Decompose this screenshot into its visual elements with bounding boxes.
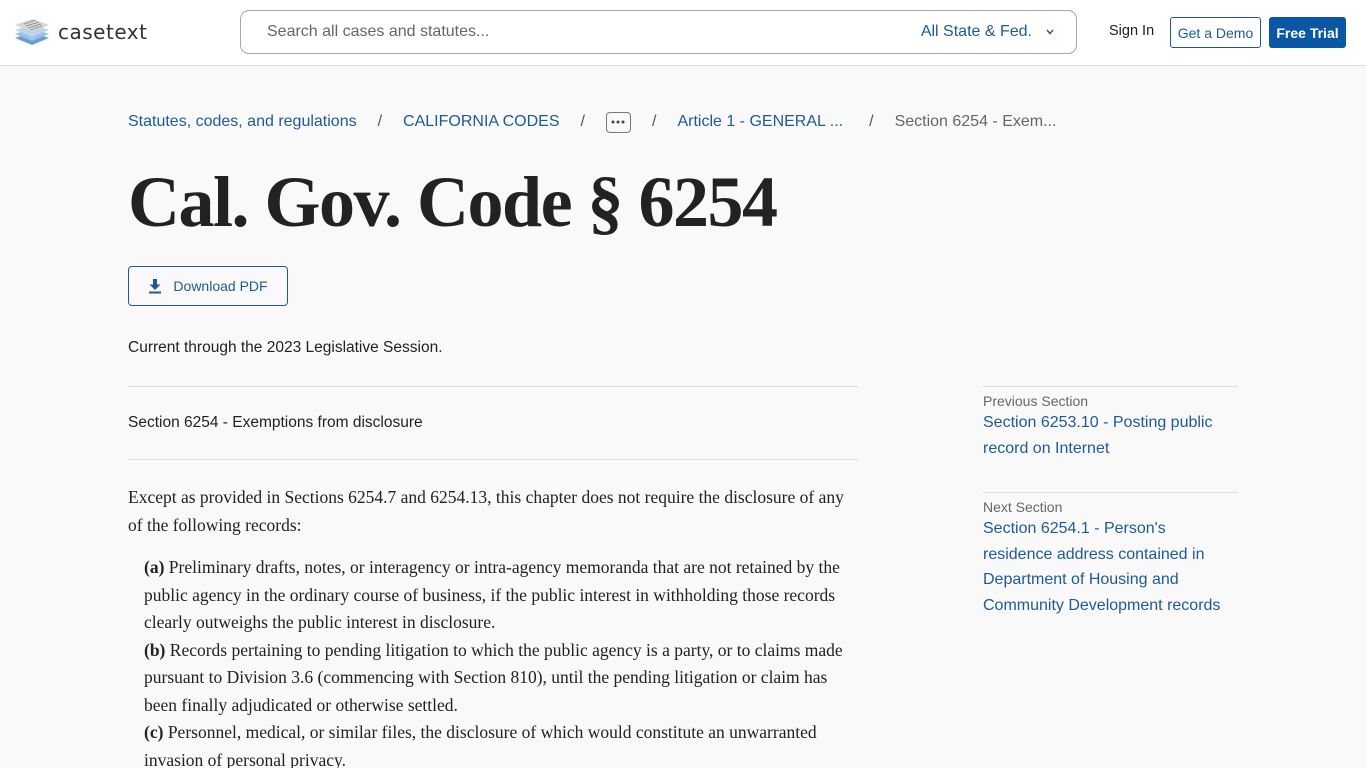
statute-subsection: (a) Preliminary drafts, notes, or intera… — [128, 554, 858, 637]
divider — [983, 492, 1238, 493]
next-section-label: Next Section — [983, 499, 1063, 515]
stacked-layers-icon — [15, 19, 49, 45]
breadcrumb-current-section: Section 6254 - Exem... — [894, 113, 1057, 130]
free-trial-button[interactable]: Free Trial — [1269, 17, 1346, 48]
download-icon — [149, 279, 162, 294]
breadcrumb-article-1[interactable]: Article 1 - GENERAL ... — [677, 113, 843, 131]
currency-note: Current through the 2023 Legislative Ses… — [128, 339, 443, 356]
top-header: casetext All State & Fed. Sign In Get a … — [0, 0, 1366, 66]
sign-in-link[interactable]: Sign In — [1109, 23, 1154, 39]
subsection-text: Preliminary drafts, notes, or interagenc… — [144, 557, 840, 632]
previous-section-block: Previous Section Section 6253.10 - Posti… — [983, 392, 1238, 461]
ellipsis-icon — [611, 120, 625, 124]
subsection-label: (c) — [144, 722, 164, 742]
breadcrumb-more-button[interactable] — [605, 111, 631, 133]
breadcrumb-separator: / — [869, 113, 874, 130]
jurisdiction-selected: All State & Fed. — [920, 23, 1032, 40]
statute-subsection: (b) Records pertaining to pending litiga… — [128, 637, 858, 720]
previous-section-link[interactable]: Section 6253.10 - Posting public record … — [983, 410, 1238, 461]
next-section-link[interactable]: Section 6254.1 - Person's residence addr… — [983, 516, 1238, 619]
subsection-text: Personnel, medical, or similar files, th… — [144, 722, 817, 768]
logo-text: casetext — [58, 20, 148, 44]
download-pdf-button[interactable]: Download PDF — [128, 266, 288, 306]
get-demo-button[interactable]: Get a Demo — [1170, 17, 1261, 48]
breadcrumb-statutes[interactable]: Statutes, codes, and regulations — [128, 113, 357, 131]
statute-intro: Except as provided in Sections 6254.7 an… — [128, 487, 844, 535]
subsection-label: (a) — [144, 557, 165, 577]
breadcrumb-separator: / — [377, 113, 383, 130]
next-section-block: Next Section Section 6254.1 - Person's r… — [983, 498, 1238, 619]
casetext-logo[interactable]: casetext — [14, 16, 147, 48]
chevron-down-icon — [1046, 29, 1054, 35]
divider — [128, 386, 858, 387]
section-heading: Section 6254 - Exemptions from disclosur… — [128, 414, 423, 431]
divider — [983, 386, 1238, 387]
breadcrumb-separator: / — [580, 113, 585, 130]
breadcrumb: Statutes, codes, and regulations / CALIF… — [128, 110, 1056, 134]
download-pdf-label: Download PDF — [173, 278, 268, 294]
search-input[interactable] — [241, 11, 921, 53]
statute-subsection: (c) Personnel, medical, or similar files… — [128, 719, 858, 768]
subsection-label: (b) — [144, 639, 166, 660]
subsection-text: Records pertaining to pending litigation… — [144, 639, 843, 715]
jurisdiction-select[interactable]: All State & Fed. — [921, 23, 1076, 41]
breadcrumb-california-codes[interactable]: CALIFORNIA CODES — [403, 113, 559, 131]
statute-text: Except as provided in Sections 6254.7 an… — [128, 484, 858, 768]
previous-section-label: Previous Section — [983, 393, 1089, 409]
search-bar: All State & Fed. — [240, 10, 1077, 54]
page-title: Cal. Gov. Code § 6254 — [128, 162, 778, 242]
breadcrumb-separator: / — [651, 113, 657, 130]
divider — [128, 459, 858, 460]
